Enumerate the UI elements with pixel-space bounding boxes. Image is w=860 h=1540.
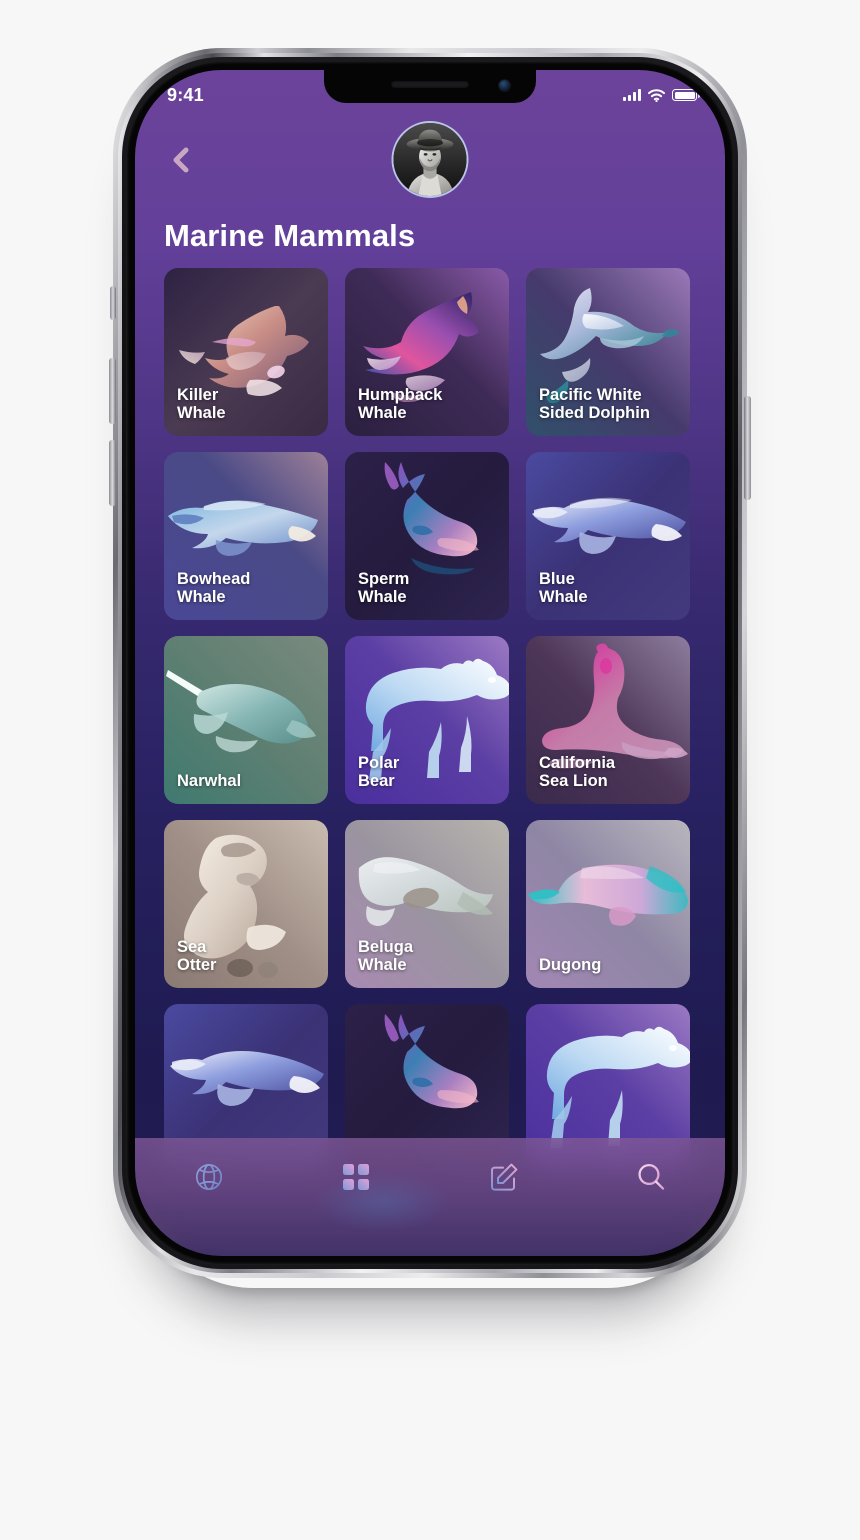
card-label: Narwhal <box>177 772 242 791</box>
battery-icon <box>672 89 700 101</box>
bottom-tab-bar <box>135 1138 725 1256</box>
page-title: Marine Mammals <box>164 218 416 253</box>
avatar[interactable] <box>391 121 469 198</box>
card-label: Sea Otter <box>177 937 217 975</box>
tab-explore[interactable] <box>174 1151 244 1203</box>
grid-icon <box>343 1164 370 1190</box>
card-killer-whale[interactable]: Killer Whale <box>164 268 328 436</box>
card-pacific-white-sided-dolphin[interactable]: Pacific White Sided Dolphin <box>526 268 690 436</box>
card-label: Polar Bear <box>358 753 400 791</box>
card-label: California Sea Lion <box>539 753 616 791</box>
tab-compose[interactable] <box>469 1151 539 1203</box>
card-label: Pacific White Sided Dolphin <box>539 385 650 423</box>
front-camera-icon <box>499 80 510 91</box>
status-indicators <box>623 88 700 102</box>
globe-icon <box>195 1163 222 1191</box>
power-button[interactable] <box>744 396 751 500</box>
search-icon <box>638 1163 665 1190</box>
cellular-signal-icon <box>623 89 641 101</box>
card-label: Beluga Whale <box>358 937 414 975</box>
tab-browse[interactable] <box>321 1151 391 1203</box>
card-label: Sperm Whale <box>358 569 410 607</box>
volume-up-button[interactable] <box>109 358 116 424</box>
card-california-sea-lion[interactable]: California Sea Lion <box>526 636 690 804</box>
card-sea-otter[interactable]: Sea Otter <box>164 820 328 988</box>
volume-down-button[interactable] <box>109 440 116 506</box>
silence-switch[interactable] <box>110 286 116 320</box>
card-blue-whale[interactable]: Blue Whale <box>526 452 690 620</box>
app-header <box>135 116 725 224</box>
card-label: Dugong <box>539 956 602 975</box>
phone-screen: 9:41 Marine Mammals Killer Whale Humpbac… <box>135 70 725 1256</box>
notch <box>324 70 536 103</box>
phone-device: 9:41 Marine Mammals Killer Whale Humpbac… <box>109 48 751 1278</box>
back-button[interactable] <box>159 138 203 182</box>
animal-grid: Killer Whale Humpback Whale Pacific Whit… <box>164 268 690 1172</box>
card-sperm-whale[interactable]: Sperm Whale <box>345 452 509 620</box>
card-label: Killer Whale <box>177 385 226 423</box>
card-beluga-whale[interactable]: Beluga Whale <box>345 820 509 988</box>
tab-search[interactable] <box>616 1151 686 1203</box>
card-narwhal[interactable]: Narwhal <box>164 636 328 804</box>
status-time: 9:41 <box>167 84 204 105</box>
card-label: Humpback Whale <box>358 385 443 423</box>
card-label: Blue Whale <box>539 569 588 607</box>
card-label: Bowhead Whale <box>177 569 251 607</box>
card-polar-bear[interactable]: Polar Bear <box>345 636 509 804</box>
card-bowhead-whale[interactable]: Bowhead Whale <box>164 452 328 620</box>
avatar-portrait <box>393 123 467 196</box>
card-humpback-whale[interactable]: Humpback Whale <box>345 268 509 436</box>
wifi-icon <box>648 88 665 102</box>
earpiece-speaker <box>391 81 469 88</box>
card-dugong[interactable]: Dugong <box>526 820 690 988</box>
edit-square-icon <box>490 1163 518 1191</box>
